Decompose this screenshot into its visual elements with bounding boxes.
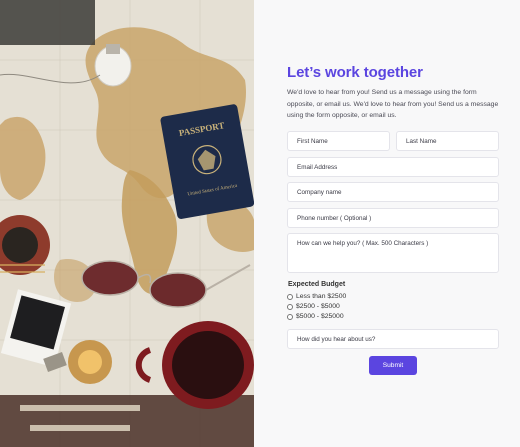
budget-option-label: Less than $2500 — [296, 293, 347, 300]
travel-photo-illustration: PASSPORT United States of America — [0, 0, 254, 447]
phone-input[interactable] — [287, 208, 499, 228]
budget-option-label: $2500 - $5000 — [296, 303, 340, 310]
submit-button[interactable]: Submit — [369, 356, 417, 375]
budget-radio-2[interactable] — [287, 303, 293, 310]
budget-radio-3[interactable] — [287, 313, 293, 320]
first-name-input[interactable] — [287, 131, 390, 151]
budget-option-1[interactable]: Less than $2500 — [287, 293, 346, 300]
message-textarea[interactable] — [287, 233, 499, 273]
budget-label: Expected Budget — [288, 281, 346, 288]
last-name-input[interactable] — [396, 131, 499, 151]
page-title: Let’s work together — [287, 64, 423, 81]
budget-option-label: $5000 - $25000 — [296, 313, 344, 320]
budget-option-2[interactable]: $2500 - $5000 — [287, 303, 340, 310]
company-input[interactable] — [287, 182, 499, 202]
hero-photo: PASSPORT United States of America — [0, 0, 254, 447]
email-input[interactable] — [287, 157, 499, 177]
budget-option-3[interactable]: $5000 - $25000 — [287, 313, 344, 320]
intro-text: We'd love to hear from you! Send us a me… — [287, 89, 499, 119]
budget-radio-1[interactable] — [287, 293, 293, 300]
referral-input[interactable] — [287, 329, 499, 349]
